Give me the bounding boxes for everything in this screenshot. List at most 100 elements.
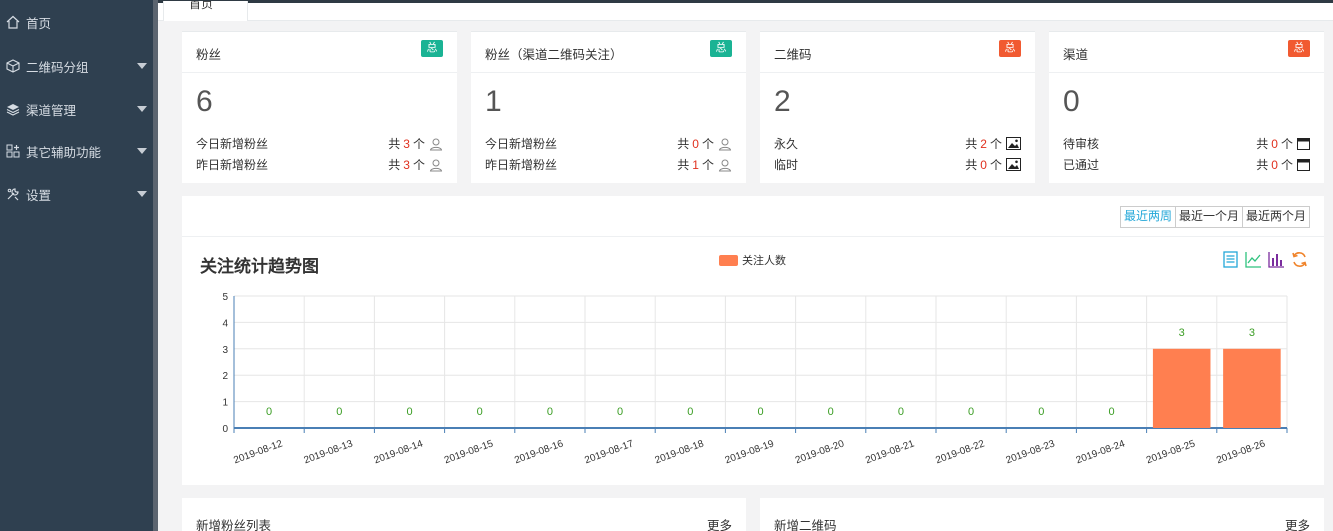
x-tick-label: 2019-08-18 [653, 438, 705, 466]
sidebar-item-label: 其它辅助功能 [26, 145, 102, 160]
stat-row: 永久 共2个 [774, 135, 1021, 151]
sidebar: 首页 二维码分组 渠道管理 其它辅助功能 设置 [0, 0, 153, 531]
sidebar-item-qrcode-groups[interactable]: 二维码分组 [0, 46, 153, 86]
x-tick-label: 2019-08-20 [794, 438, 846, 466]
stat-unit: 个 [701, 137, 714, 151]
data-view-icon[interactable] [1221, 250, 1239, 268]
stat-row-label: 已通过 [1063, 158, 1100, 172]
stat-row-label: 临时 [774, 158, 799, 172]
card-title: 粉丝（渠道二维码关注） [485, 48, 623, 62]
stat-prefix: 共 [1256, 158, 1269, 172]
more-link[interactable]: 更多 [707, 515, 732, 531]
sidebar-item-label: 设置 [26, 188, 52, 203]
x-tick-label: 2019-08-24 [1075, 438, 1127, 466]
total-badge: 总 [710, 40, 732, 57]
stat-prefix: 共 [1256, 137, 1269, 151]
stat-row: 临时 共0个 [774, 156, 1021, 172]
stat-unit: 个 [989, 158, 1002, 172]
x-tick-label: 2019-08-26 [1215, 438, 1267, 466]
x-tick-label: 2019-08-25 [1145, 438, 1197, 466]
layers-icon [6, 102, 20, 116]
range-one-month-button[interactable]: 最近一个月 [1174, 207, 1242, 227]
chart-toolbox [1221, 250, 1308, 268]
bar [1152, 348, 1211, 428]
stat-row-label: 昨日新增粉丝 [196, 158, 269, 172]
stat-count: 0 [980, 157, 987, 172]
stat-count: 2 [980, 136, 987, 151]
x-tick-label: 2019-08-17 [583, 438, 635, 466]
sidebar-item-home[interactable]: 首页 [0, 2, 153, 42]
chevron-down-icon [137, 106, 147, 112]
card-title: 粉丝 [196, 48, 222, 62]
sidebar-item-label: 二维码分组 [26, 60, 89, 75]
data-label: 0 [898, 406, 904, 418]
divider [182, 236, 1324, 237]
x-tick-label: 2019-08-16 [513, 438, 565, 466]
bar-chart-icon[interactable] [1267, 250, 1285, 268]
user-icon [718, 137, 732, 151]
stat-row-label: 今日新增粉丝 [196, 137, 269, 151]
sidebar-item-settings[interactable]: 设置 [0, 174, 153, 214]
card-title: 渠道 [1063, 48, 1089, 62]
stat-row: 待审核 共0个 [1063, 135, 1310, 151]
data-label: 3 [1179, 327, 1185, 339]
tab-bar: 首页 [158, 1, 1333, 21]
stat-row: 昨日新增粉丝 共3个 [196, 156, 443, 172]
data-label: 0 [547, 406, 553, 418]
home-icon [6, 15, 20, 29]
user-icon [718, 158, 732, 172]
more-link[interactable]: 更多 [1285, 515, 1310, 531]
data-label: 0 [266, 406, 272, 418]
data-label: 0 [477, 406, 483, 418]
stat-count: 3 [403, 136, 410, 151]
window-icon [1297, 137, 1310, 150]
line-chart-icon[interactable] [1244, 250, 1262, 268]
stat-count: 0 [1271, 136, 1278, 151]
sidebar-item-other-tools[interactable]: 其它辅助功能 [0, 131, 153, 171]
y-tick-label: 4 [222, 318, 228, 329]
stat-row: 今日新增粉丝 共3个 [196, 135, 443, 151]
stat-card-fans: 粉丝 总 6 今日新增粉丝 共3个 昨日新增粉丝 共3个 [182, 31, 457, 183]
sidebar-item-channels[interactable]: 渠道管理 [0, 89, 153, 129]
chart-title: 关注统计趋势图 [200, 257, 319, 276]
card-header: 粉丝（渠道二维码关注） 总 [471, 32, 746, 73]
stat-row-label: 待审核 [1063, 137, 1100, 151]
total-badge: 总 [1288, 40, 1310, 57]
card-title: 新增粉丝列表 [196, 519, 272, 531]
y-tick-label: 2 [222, 371, 228, 382]
stat-unit: 个 [412, 158, 425, 172]
sidebar-item-label: 渠道管理 [26, 103, 77, 118]
apps-icon [6, 144, 20, 158]
stat-value: 0 [1063, 85, 1080, 118]
data-label: 0 [687, 406, 693, 418]
x-tick-label: 2019-08-13 [302, 438, 354, 466]
total-badge: 总 [421, 40, 443, 57]
user-icon [429, 137, 443, 151]
stat-card-channel-fans: 粉丝（渠道二维码关注） 总 1 今日新增粉丝 共0个 昨日新增粉丝 共1个 [471, 31, 746, 183]
card-title: 二维码 [774, 48, 812, 62]
x-tick-label: 2019-08-21 [864, 438, 916, 466]
refresh-icon[interactable] [1290, 250, 1308, 268]
stat-row-label: 昨日新增粉丝 [485, 158, 558, 172]
tab-home[interactable]: 首页 [163, 1, 248, 21]
chevron-down-icon [137, 63, 147, 69]
y-tick-label: 3 [222, 345, 228, 356]
range-selector: 最近两周 最近一个月 最近两个月 [1119, 206, 1310, 228]
range-two-months-button[interactable]: 最近两个月 [1241, 207, 1309, 227]
y-tick-label: 0 [222, 424, 228, 435]
range-two-weeks-button[interactable]: 最近两周 [1120, 207, 1175, 227]
stat-unit: 个 [1280, 158, 1293, 172]
follow-trend-panel: 最近两周 最近一个月 最近两个月 关注统计趋势图 关注人数 0 1 2 3 4 5 0 201… [182, 196, 1324, 485]
x-tick-label: 2019-08-22 [934, 438, 986, 466]
stat-prefix: 共 [677, 158, 690, 172]
y-tick-label: 1 [222, 398, 228, 409]
stat-card-qrcodes: 二维码 总 2 永久 共2个 临时 共0个 [760, 31, 1035, 183]
stat-row: 已通过 共0个 [1063, 156, 1310, 172]
stat-unit: 个 [701, 158, 714, 172]
image-icon [1006, 158, 1021, 171]
chevron-down-icon [137, 148, 147, 154]
y-tick-label: 5 [222, 292, 228, 303]
chart-legend[interactable]: 关注人数 [719, 252, 786, 268]
cube-icon [6, 59, 20, 73]
card-title: 新增二维码 [774, 519, 837, 531]
